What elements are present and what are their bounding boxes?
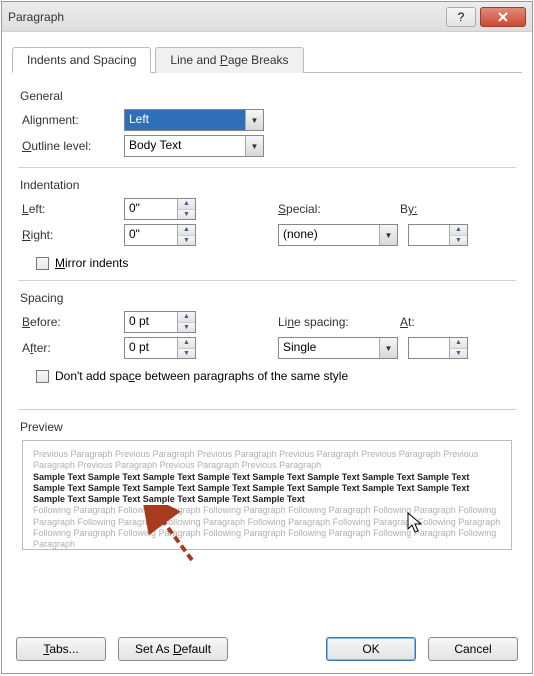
checkbox-icon: [36, 370, 49, 383]
dropdown-icon[interactable]: ▼: [379, 338, 397, 358]
indent-left-label: Left:: [22, 202, 122, 216]
spin-up-icon[interactable]: ▲: [450, 338, 467, 349]
checkbox-icon: [36, 257, 49, 270]
spin-down-icon[interactable]: ▼: [178, 349, 195, 359]
after-label: After:: [22, 341, 122, 355]
tab-label: Indents and Spacing: [27, 53, 136, 67]
divider: [18, 280, 516, 281]
preview-box: Previous Paragraph Previous Paragraph Pr…: [22, 440, 512, 550]
alignment-value: Left: [125, 110, 245, 130]
alignment-select[interactable]: Left ▼: [124, 109, 264, 131]
dropdown-icon[interactable]: ▼: [245, 110, 263, 130]
no-space-label: Don't add space between paragraphs of th…: [55, 369, 348, 383]
after-value: 0 pt: [125, 338, 177, 358]
spinner-buttons[interactable]: ▲▼: [177, 199, 195, 219]
spin-up-icon[interactable]: ▲: [178, 225, 195, 236]
divider: [18, 409, 516, 410]
row-indent-right: Right: 0" ▲▼ (none) ▼ ▲▼: [22, 224, 512, 246]
spinner-buttons[interactable]: ▲▼: [449, 225, 467, 245]
dialog-title: Paragraph: [8, 10, 442, 24]
before-label: Before:: [22, 315, 122, 329]
spinner-buttons[interactable]: ▲▼: [177, 338, 195, 358]
ok-label: OK: [362, 642, 379, 656]
at-spinner[interactable]: ▲▼: [408, 337, 468, 359]
cancel-button[interactable]: Cancel: [428, 637, 518, 661]
ok-button[interactable]: OK: [326, 637, 416, 661]
alignment-label: Alignment:: [22, 113, 122, 127]
line-spacing-select[interactable]: Single ▼: [278, 337, 398, 359]
indent-right-value: 0": [125, 225, 177, 245]
spinner-buttons[interactable]: ▲▼: [449, 338, 467, 358]
dropdown-icon[interactable]: ▼: [379, 225, 397, 245]
tab-label-suffix: age Breaks: [228, 53, 289, 67]
row-spacing-after: After: 0 pt ▲▼ Single ▼ ▲▼: [22, 337, 512, 359]
section-preview: Preview: [20, 420, 512, 434]
section-general: General: [20, 89, 512, 103]
no-space-same-style-checkbox[interactable]: Don't add space between paragraphs of th…: [36, 369, 512, 383]
indent-left-value: 0": [125, 199, 177, 219]
row-spacing-before: Before: 0 pt ▲▼ Line spacing: At:: [22, 311, 512, 333]
close-button[interactable]: [480, 7, 526, 27]
row-alignment: Alignment: Left ▼: [22, 109, 512, 131]
tab-label-underline: P: [220, 53, 228, 67]
at-label: At:: [400, 315, 490, 329]
indent-right-label: Right:: [22, 228, 122, 242]
spin-down-icon[interactable]: ▼: [178, 236, 195, 246]
set-default-button[interactable]: Set As Default: [118, 637, 228, 661]
before-value: 0 pt: [125, 312, 177, 332]
line-spacing-label: Line spacing:: [278, 315, 398, 329]
indent-left-spinner[interactable]: 0" ▲▼: [124, 198, 196, 220]
spin-down-icon[interactable]: ▼: [178, 323, 195, 333]
tabs: Indents and Spacing Line and Page Breaks: [12, 46, 522, 73]
tab-label-prefix: Line and: [170, 53, 219, 67]
mirror-indents-checkbox[interactable]: Mirror indents: [36, 256, 512, 270]
section-spacing: Spacing: [20, 291, 512, 305]
special-label: Special:: [278, 202, 398, 216]
preview-previous: Previous Paragraph Previous Paragraph Pr…: [33, 449, 501, 472]
by-value: [409, 225, 449, 245]
mirror-label: Mirror indents: [55, 256, 128, 270]
tab-content: General Alignment: Left ▼ Outline level:…: [2, 73, 532, 627]
indent-right-spinner[interactable]: 0" ▲▼: [124, 224, 196, 246]
dialog-footer: Tabs... Set As Default OK Cancel: [2, 627, 532, 673]
tabs-button[interactable]: Tabs...: [16, 637, 106, 661]
divider: [18, 167, 516, 168]
spin-up-icon[interactable]: ▲: [178, 199, 195, 210]
line-spacing-value: Single: [279, 338, 379, 358]
at-value: [409, 338, 449, 358]
outline-level-select[interactable]: Body Text ▼: [124, 135, 264, 157]
tab-line-page-breaks[interactable]: Line and Page Breaks: [155, 47, 303, 73]
after-spinner[interactable]: 0 pt ▲▼: [124, 337, 196, 359]
cancel-label: Cancel: [454, 642, 491, 656]
spin-down-icon[interactable]: ▼: [178, 210, 195, 220]
spin-down-icon[interactable]: ▼: [450, 236, 467, 246]
close-icon: [497, 11, 509, 23]
preview-following: Following Paragraph Following Paragraph …: [33, 505, 501, 550]
help-button[interactable]: ?: [446, 7, 476, 27]
row-indent-left: Left: 0" ▲▼ Special: By:: [22, 198, 512, 220]
outline-label: Outline level:: [22, 139, 122, 153]
spin-up-icon[interactable]: ▲: [178, 338, 195, 349]
by-label: By:: [400, 202, 490, 216]
spin-down-icon[interactable]: ▼: [450, 349, 467, 359]
outline-value: Body Text: [125, 136, 245, 156]
tab-indents-spacing[interactable]: Indents and Spacing: [12, 47, 151, 73]
title-bar: Paragraph ?: [2, 2, 532, 32]
preview-sample: Sample Text Sample Text Sample Text Samp…: [33, 472, 501, 506]
by-spinner[interactable]: ▲▼: [408, 224, 468, 246]
special-value: (none): [279, 225, 379, 245]
spin-up-icon[interactable]: ▲: [178, 312, 195, 323]
section-indentation: Indentation: [20, 178, 512, 192]
spinner-buttons[interactable]: ▲▼: [177, 225, 195, 245]
special-select[interactable]: (none) ▼: [278, 224, 398, 246]
spin-up-icon[interactable]: ▲: [450, 225, 467, 236]
row-outline: Outline level: Body Text ▼: [22, 135, 512, 157]
spinner-buttons[interactable]: ▲▼: [177, 312, 195, 332]
dropdown-icon[interactable]: ▼: [245, 136, 263, 156]
paragraph-dialog: Paragraph ? Indents and Spacing Line and…: [1, 1, 533, 674]
before-spinner[interactable]: 0 pt ▲▼: [124, 311, 196, 333]
